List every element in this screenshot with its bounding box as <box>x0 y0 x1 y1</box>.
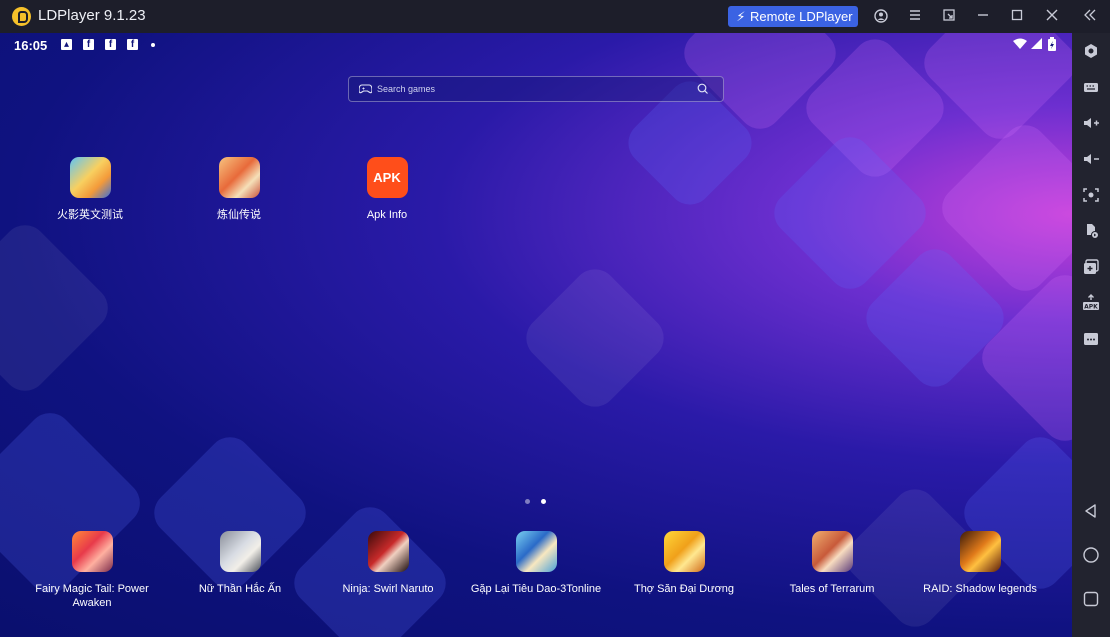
raid-shadow-legends-app-icon <box>959 531 1001 572</box>
facebook-icon: f <box>105 39 116 50</box>
search-games-bar[interactable]: Search games <box>348 76 724 102</box>
keyboard-mapping-icon[interactable] <box>1079 75 1103 99</box>
nu-than-hac-an-app-icon <box>219 531 261 572</box>
close-icon[interactable] <box>1041 5 1063 27</box>
dock-app-raid-shadow-legends[interactable]: RAID: Shadow legends <box>910 531 1050 596</box>
remote-ldplayer-button[interactable]: ⚡ Remote LDPlayer <box>728 6 858 27</box>
image-icon: ▴ <box>61 39 72 50</box>
collapse-sidebar-icon[interactable] <box>1079 5 1101 27</box>
dock-app-gap-lai-tieu-dao[interactable]: Gặp Lại Tiêu Dao-3Tonline <box>466 531 606 596</box>
lianxian-app-icon <box>218 157 260 198</box>
dock-app-tales-of-terrarum[interactable]: Tales of Terrarum <box>762 531 902 596</box>
page-indicator-dot[interactable] <box>525 499 530 504</box>
status-clock: 16:05 <box>14 38 48 53</box>
status-bar: 16:05 ▴ f f f <box>0 33 1072 57</box>
account-icon[interactable] <box>870 5 892 27</box>
home-app-lianxian[interactable]: 炼仙传说 <box>169 157 309 222</box>
dock-app-label: Ninja: Swirl Naruto <box>342 583 434 595</box>
home-app-label: Apk Info <box>366 209 408 221</box>
minimize-icon[interactable] <box>972 5 994 27</box>
tales-of-terrarum-app-icon <box>811 531 853 572</box>
home-app-label: 炼仙传说 <box>217 209 261 221</box>
fairy-magic-tail-app-icon <box>71 531 113 572</box>
apk-info-icon: APK <box>366 157 408 198</box>
menu-icon[interactable] <box>904 5 926 27</box>
svg-text:APK: APK <box>1084 304 1098 311</box>
maximize-icon[interactable] <box>1006 5 1028 27</box>
search-placeholder: Search games <box>377 84 436 94</box>
gamepad-icon <box>359 84 372 94</box>
facebook-icon: f <box>83 39 94 50</box>
page-indicator-dot-active[interactable] <box>541 499 546 504</box>
install-apk-icon[interactable]: APK <box>1079 291 1103 315</box>
naruto-test-app-icon <box>69 157 111 198</box>
dock-app-label: Tales of Terrarum <box>789 583 875 595</box>
android-home-screen: 16:05 ▴ f f f Search games 火影英文测试 炼仙传说 A… <box>0 33 1072 637</box>
app-title: LDPlayer 9.1.23 <box>38 7 146 24</box>
settings-icon[interactable] <box>1079 39 1103 63</box>
wallpaper-shape <box>517 260 673 416</box>
more-dot-icon <box>151 43 155 47</box>
home-app-apk-info[interactable]: APK Apk Info <box>317 157 457 222</box>
dock-app-tho-san-dai-duong[interactable]: Thợ Săn Đại Dương <box>614 531 754 596</box>
wallpaper-shape <box>0 216 117 400</box>
battery-charging-icon <box>1048 37 1056 51</box>
screenshot-icon[interactable] <box>1079 183 1103 207</box>
dock-app-label: Thợ Săn Đại Dương <box>633 583 735 595</box>
title-bar: LDPlayer 9.1.23 ⚡ Remote LDPlayer <box>0 0 1110 33</box>
wifi-icon <box>1013 38 1027 49</box>
ldplayer-logo-icon <box>12 7 31 26</box>
more-icon[interactable] <box>1079 327 1103 351</box>
signal-icon <box>1031 38 1042 49</box>
dock-app-nu-than-hac-an[interactable]: Nữ Thần Hắc Ấn <box>170 531 310 596</box>
dock-app-fairy-magic-tail[interactable]: Fairy Magic Tail: Power Awaken <box>22 531 162 610</box>
multi-instance-icon[interactable] <box>1079 255 1103 279</box>
dock-app-label: Fairy Magic Tail: Power Awaken <box>35 583 149 609</box>
volume-up-icon[interactable] <box>1079 111 1103 135</box>
right-toolbar: APK <box>1072 33 1110 637</box>
lightning-icon: ⚡ <box>736 8 746 24</box>
back-icon[interactable] <box>1079 499 1103 523</box>
recents-icon[interactable] <box>1079 587 1103 611</box>
facebook-icon: f <box>127 39 138 50</box>
home-app-naruto-test[interactable]: 火影英文测试 <box>20 157 160 222</box>
search-icon[interactable] <box>697 83 708 94</box>
dock-app-label: Nữ Thần Hắc Ấn <box>198 583 282 595</box>
record-icon[interactable] <box>1079 219 1103 243</box>
picture-in-picture-icon[interactable] <box>938 5 960 27</box>
dock-app-ninja-swirl-naruto[interactable]: Ninja: Swirl Naruto <box>318 531 458 596</box>
remote-ldplayer-label: Remote LDPlayer <box>750 9 853 24</box>
dock-app-label: Gặp Lại Tiêu Dao-3Tonline <box>470 583 602 595</box>
dock-app-label: RAID: Shadow legends <box>923 583 1037 595</box>
gap-lai-tieu-dao-app-icon <box>515 531 557 572</box>
ninja-swirl-naruto-app-icon <box>367 531 409 572</box>
home-icon[interactable] <box>1079 543 1103 567</box>
home-app-label: 火影英文测试 <box>57 209 123 221</box>
volume-down-icon[interactable] <box>1079 147 1103 171</box>
tho-san-dai-duong-app-icon <box>663 531 705 572</box>
